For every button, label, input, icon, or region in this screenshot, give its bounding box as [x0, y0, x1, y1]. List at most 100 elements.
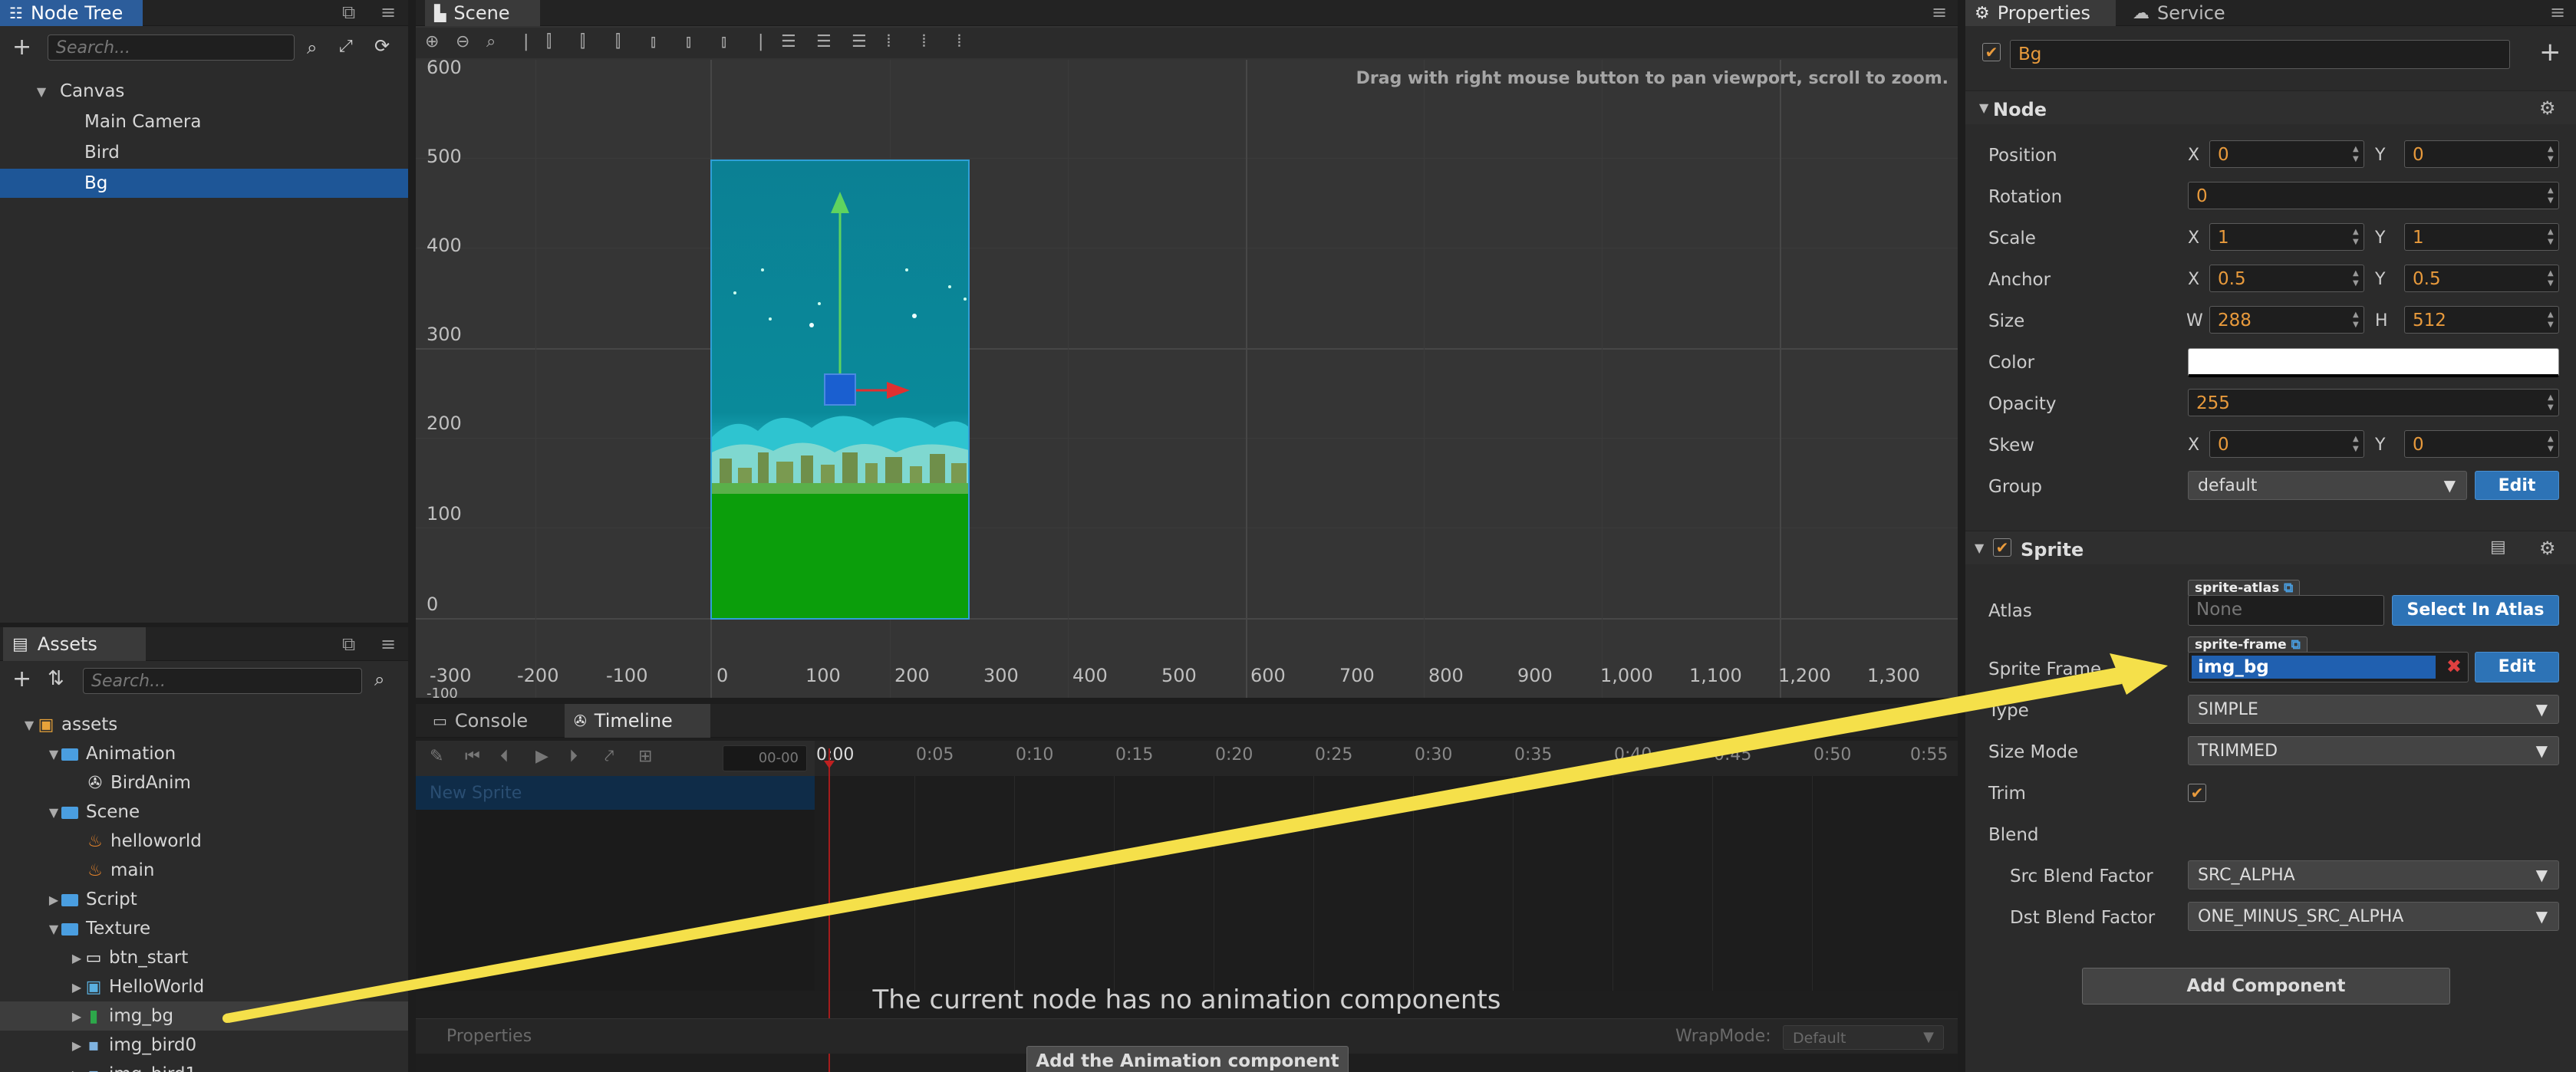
opacity-field[interactable]: 255 ▲ ▼: [2188, 389, 2559, 416]
expand-arrow-icon[interactable]: ▶: [69, 951, 84, 965]
clear-x-icon[interactable]: ✖: [2446, 656, 2462, 677]
stepper-icon[interactable]: ▲ ▼: [2548, 268, 2557, 288]
stepper-icon[interactable]: ▲ ▼: [2548, 310, 2557, 330]
distribute-hcenter-icon[interactable]: ⦙: [922, 32, 926, 51]
sprite-enabled-checkbox[interactable]: ✔: [1993, 538, 2011, 557]
size-w-field[interactable]: 288 ▲ ▼: [2209, 306, 2364, 334]
sprite-frame-field[interactable]: img_bg ✖: [2188, 652, 2469, 682]
distribute-vcenter-icon[interactable]: ☰: [816, 32, 832, 51]
select-in-atlas-button[interactable]: Select In Atlas: [2392, 595, 2559, 626]
gizmo-y-arrowhead[interactable]: [831, 192, 849, 213]
search-icon[interactable]: ⌕: [374, 669, 384, 690]
stepper-icon[interactable]: ▲ ▼: [2548, 186, 2557, 206]
stepper-icon[interactable]: ▲ ▼: [2548, 434, 2557, 454]
anchor-y-field[interactable]: 0.5 ▲ ▼: [2404, 265, 2559, 292]
expand-arrow-icon[interactable]: ▶: [69, 1067, 84, 1072]
stepper-icon[interactable]: ▲ ▼: [2548, 144, 2557, 164]
asset-folder-script[interactable]: ▶ Script: [0, 885, 408, 914]
collapse-arrow-icon[interactable]: ▼: [1975, 541, 1984, 555]
collapse-arrow-icon[interactable]: ▼: [46, 922, 61, 936]
tab-properties[interactable]: ⚙ Properties: [1965, 0, 2116, 26]
node-section-header[interactable]: ▼ Node ⚙: [1965, 90, 2576, 124]
stepper-icon[interactable]: ▲ ▼: [2353, 268, 2362, 288]
skew-x-field[interactable]: 0 ▲ ▼: [2209, 430, 2364, 458]
sort-icon[interactable]: ⇅: [48, 667, 64, 690]
zoom-out-icon[interactable]: ⊖: [456, 32, 469, 51]
collapse-arrow-icon[interactable]: ▼: [34, 84, 49, 99]
distribute-left-icon[interactable]: ⦙: [887, 32, 891, 51]
add-asset-icon[interactable]: +: [12, 666, 31, 692]
next-frame-icon[interactable]: ⏵: [569, 747, 578, 766]
asset-img-bird1[interactable]: ▶ ▪ img_bird1: [0, 1060, 408, 1072]
scale-y-field[interactable]: 1 ▲ ▼: [2404, 223, 2559, 251]
asset-helloworld-scene[interactable]: ♨ helloworld: [0, 827, 408, 856]
zoom-reset-icon[interactable]: ⌕: [486, 32, 496, 51]
move-gizmo[interactable]: [761, 190, 1068, 497]
atlas-field[interactable]: None: [2188, 595, 2384, 626]
trim-checkbox[interactable]: ✔: [2188, 784, 2206, 802]
add-event-icon[interactable]: ⊞: [638, 747, 652, 766]
position-y-field[interactable]: 0 ▲ ▼: [2404, 140, 2559, 168]
node-search-input[interactable]: Search...: [48, 35, 295, 61]
tree-item-bg[interactable]: Bg: [0, 169, 408, 198]
align-right-icon[interactable]: ⫿: [615, 32, 621, 51]
distribute-bottom-icon[interactable]: ☰: [852, 32, 867, 51]
distribute-top-icon[interactable]: ☰: [781, 32, 796, 51]
menu-icon[interactable]: ≡: [380, 633, 396, 655]
src-blend-select[interactable]: SRC_ALPHA ▼: [2188, 860, 2559, 889]
zoom-in-icon[interactable]: ⊕: [425, 32, 439, 51]
anchor-x-field[interactable]: 0.5 ▲ ▼: [2209, 265, 2364, 292]
prev-frame-icon[interactable]: ⏴: [500, 747, 509, 766]
scale-x-field[interactable]: 1 ▲ ▼: [2209, 223, 2364, 251]
menu-icon[interactable]: ≡: [380, 2, 396, 23]
align-vcenter-icon[interactable]: ⫾: [686, 32, 691, 51]
stepper-icon[interactable]: ▲ ▼: [2353, 227, 2362, 247]
time-field[interactable]: 00-00: [723, 745, 807, 771]
asset-main-scene[interactable]: ♨ main: [0, 856, 408, 885]
add-icon[interactable]: +: [2539, 37, 2561, 67]
tab-scene[interactable]: ▙ Scene: [425, 0, 540, 26]
tab-node-tree[interactable]: ☷ Node Tree: [0, 0, 143, 26]
asset-birdanim[interactable]: ✇ BirdAnim: [0, 768, 408, 797]
settings-gear-icon[interactable]: ⚙: [2539, 97, 2556, 119]
gizmo-x-arrowhead[interactable]: [887, 382, 910, 399]
asset-btn-start[interactable]: ▶ ▭ btn_start: [0, 943, 408, 972]
align-top-icon[interactable]: ⫾: [651, 32, 656, 51]
asset-img-bg[interactable]: ▶ ▮ img_bg: [0, 1001, 408, 1031]
align-hcenter-icon[interactable]: ⫿: [580, 32, 585, 51]
tree-item-canvas[interactable]: ▼ Canvas: [0, 77, 408, 106]
align-left-icon[interactable]: ⫿: [546, 32, 552, 51]
expand-arrow-icon[interactable]: ▶: [69, 1038, 84, 1053]
group-edit-button[interactable]: Edit: [2475, 471, 2559, 500]
tree-item-bird[interactable]: Bird: [0, 138, 408, 167]
stepper-icon[interactable]: ▲ ▼: [2548, 227, 2557, 247]
play-icon[interactable]: ▶: [535, 747, 548, 766]
search-icon[interactable]: ⌕: [307, 37, 317, 58]
tab-assets[interactable]: ▤ Assets: [3, 627, 146, 661]
size-mode-select[interactable]: TRIMMED ▼: [2188, 736, 2559, 765]
group-select[interactable]: default ▼: [2188, 471, 2467, 500]
add-node-icon[interactable]: +: [12, 34, 31, 61]
help-book-icon[interactable]: ▤: [2490, 538, 2506, 557]
node-name-field[interactable]: Bg: [2010, 40, 2510, 69]
settings-gear-icon[interactable]: ⚙: [2539, 538, 2556, 559]
asset-helloworld-texture[interactable]: ▶ ▣ HelloWorld: [0, 972, 408, 1001]
expand-arrow-icon[interactable]: ▶: [69, 1009, 84, 1024]
edit-mode-icon[interactable]: ✎: [430, 747, 443, 766]
expand-arrow-icon[interactable]: ▶: [46, 893, 61, 907]
collapse-arrow-icon[interactable]: ▼: [1979, 100, 1988, 115]
expand-arrow-icon[interactable]: ▶: [69, 980, 84, 995]
stepper-icon[interactable]: ▲ ▼: [2548, 393, 2557, 413]
asset-folder-scene[interactable]: ▼ Scene: [0, 797, 408, 827]
rotation-field[interactable]: 0 ▲ ▼: [2188, 182, 2559, 209]
scene-viewport[interactable]: Drag with right mouse button to pan view…: [416, 57, 1958, 698]
gizmo-center-handle[interactable]: [824, 373, 856, 406]
tree-item-main-camera[interactable]: Main Camera: [0, 107, 408, 136]
export-icon[interactable]: ⤤: [604, 747, 614, 766]
position-x-field[interactable]: 0 ▲ ▼: [2209, 140, 2364, 168]
distribute-right-icon[interactable]: ⦙: [957, 32, 961, 51]
tab-timeline[interactable]: ✇ Timeline: [565, 704, 710, 738]
asset-folder-texture[interactable]: ▼ Texture: [0, 914, 408, 943]
node-active-checkbox[interactable]: ✔: [1982, 43, 2001, 61]
playhead-handle[interactable]: [824, 761, 835, 768]
